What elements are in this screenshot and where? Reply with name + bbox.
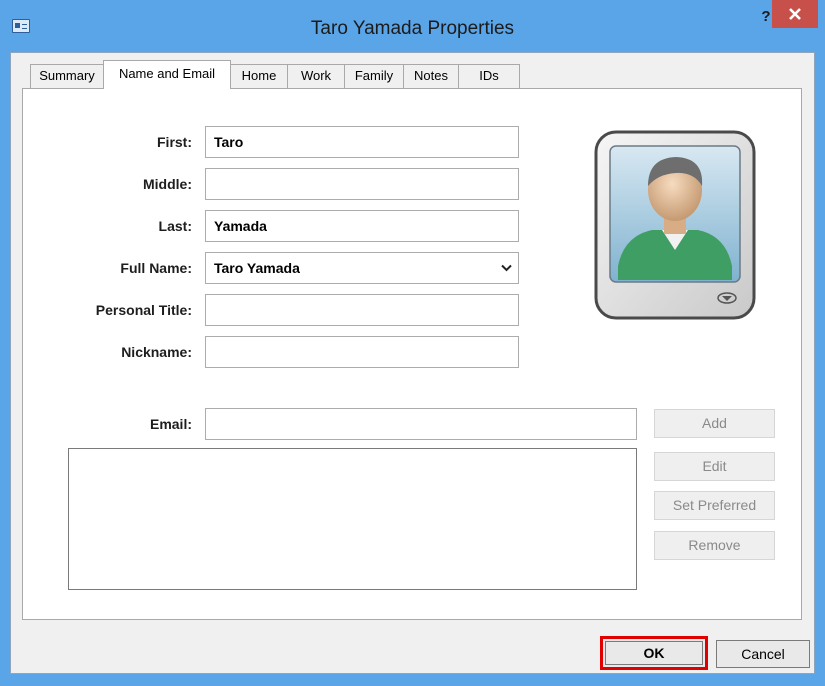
nickname-field[interactable] xyxy=(205,336,519,368)
set-preferred-button[interactable]: Set Preferred xyxy=(654,491,775,520)
personal-title-field[interactable] xyxy=(205,294,519,326)
full-name-label: Full Name: xyxy=(120,260,192,276)
last-label: Last: xyxy=(158,218,192,234)
email-field[interactable] xyxy=(205,408,637,440)
email-list[interactable] xyxy=(68,448,637,590)
last-name-field[interactable]: Yamada xyxy=(205,210,519,242)
properties-window: Taro Yamada Properties ? Summary Name an… xyxy=(0,0,825,686)
email-label: Email: xyxy=(149,416,192,432)
panel-content: First: Taro Middle: Last: Yamada Full Na… xyxy=(0,0,825,686)
add-email-button[interactable]: Add xyxy=(654,409,775,438)
full-name-dropdown[interactable]: Taro Yamada xyxy=(205,252,519,284)
middle-name-field[interactable] xyxy=(205,168,519,200)
chevron-down-icon xyxy=(501,264,512,272)
middle-label: Middle: xyxy=(143,176,192,192)
nickname-label: Nickname: xyxy=(121,344,192,360)
full-name-value: Taro Yamada xyxy=(214,260,300,276)
first-label: First: xyxy=(157,134,192,150)
first-name-field[interactable]: Taro xyxy=(205,126,519,158)
edit-email-button[interactable]: Edit xyxy=(654,452,775,481)
contact-picture-icon[interactable] xyxy=(592,128,762,322)
personal-title-label: Personal Title: xyxy=(95,302,192,318)
remove-email-button[interactable]: Remove xyxy=(654,531,775,560)
